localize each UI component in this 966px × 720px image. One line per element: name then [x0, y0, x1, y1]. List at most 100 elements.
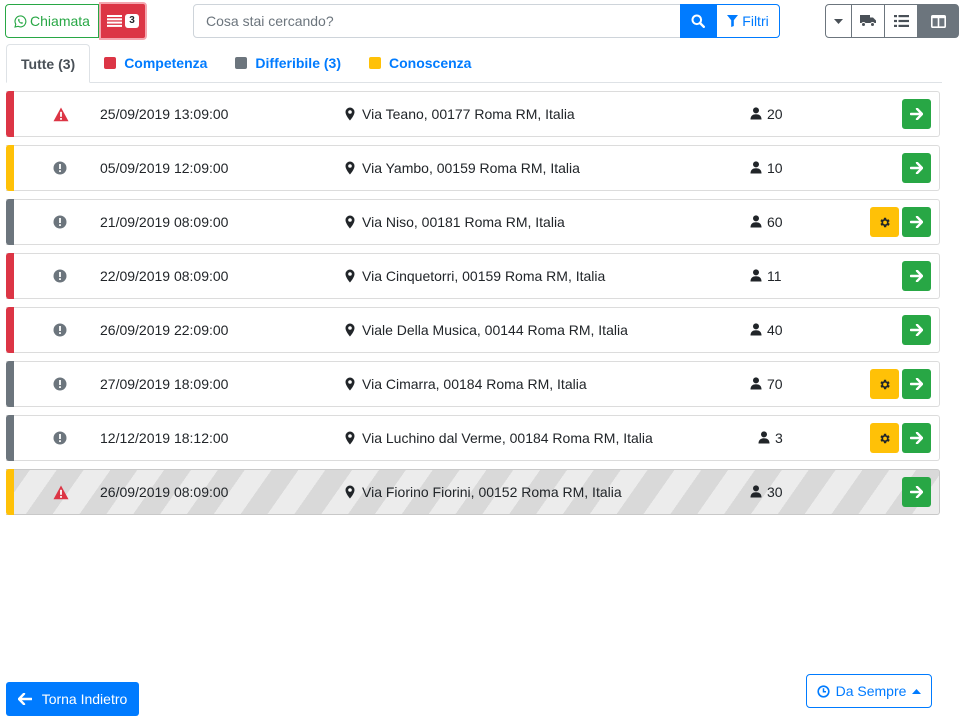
- row-date: 25/09/2019 13:09:00: [100, 106, 229, 122]
- view-dropdown-button[interactable]: [825, 4, 852, 38]
- tab-label: Tutte (3): [21, 55, 76, 72]
- row-address: Via Niso, 00181 Roma RM, Italia: [362, 214, 565, 230]
- open-detail-button[interactable]: [902, 315, 931, 345]
- arrow-left-icon: [17, 693, 32, 705]
- caret-up-icon: [912, 688, 922, 694]
- arrow-right-icon: [910, 270, 923, 282]
- open-detail-button[interactable]: [902, 207, 931, 237]
- row-date: 27/09/2019 18:09:00: [100, 376, 229, 392]
- open-detail-button[interactable]: [902, 369, 931, 399]
- exclamation-circle-icon: [53, 215, 69, 231]
- row-address: Via Cinquetorri, 00159 Roma RM, Italia: [362, 268, 606, 284]
- search-icon: [691, 14, 705, 28]
- exclamation-circle-icon: [53, 431, 69, 447]
- list-item[interactable]: 22/09/2019 08:09:00 Via Cinquetorri, 0015…: [6, 253, 940, 299]
- settings-button[interactable]: [870, 369, 899, 399]
- list-item[interactable]: 27/09/2019 18:09:00 Via Cimarra, 00184 Ro…: [6, 361, 940, 407]
- clock-icon: [816, 684, 830, 698]
- list-item[interactable]: 12/12/2019 18:12:00 Via Luchino dal Verme…: [6, 415, 940, 461]
- gear-icon: [878, 216, 891, 229]
- row-date: 05/09/2019 12:09:00: [100, 160, 229, 176]
- list-bullets-icon: [893, 15, 909, 27]
- row-people-count: 60: [767, 214, 783, 230]
- map-marker-icon: [345, 107, 355, 121]
- row-people-count: 40: [767, 322, 783, 338]
- arrow-right-icon: [910, 108, 923, 120]
- priority-stripe: [6, 469, 14, 515]
- exclamation-circle-icon: [53, 161, 69, 177]
- list-toggle-button[interactable]: 3: [99, 2, 147, 40]
- list-item[interactable]: 26/09/2019 22:09:00 Viale Della Musica, 0…: [6, 307, 940, 353]
- row-address: Viale Della Musica, 00144 Roma RM, Itali…: [362, 322, 628, 338]
- gear-icon: [878, 378, 891, 391]
- exclamation-circle-icon: [53, 269, 69, 285]
- user-icon: [750, 323, 762, 336]
- search-button[interactable]: [680, 4, 716, 38]
- row-people-count: 10: [767, 160, 783, 176]
- arrow-right-icon: [910, 324, 923, 336]
- truck-view-button[interactable]: [851, 4, 885, 38]
- row-address: Via Teano, 00177 Roma RM, Italia: [362, 106, 575, 122]
- row-people-count: 20: [767, 106, 783, 122]
- back-button[interactable]: Torna Indietro: [6, 682, 139, 716]
- columns-icon: [930, 14, 946, 28]
- map-marker-icon: [345, 431, 355, 445]
- filters-button[interactable]: Filtri: [716, 4, 780, 38]
- open-detail-button[interactable]: [902, 261, 931, 291]
- row-date: 26/09/2019 08:09:00: [100, 484, 229, 500]
- list-item[interactable]: 25/09/2019 13:09:00 Via Teano, 00177 Roma…: [6, 91, 940, 137]
- tab-competenza[interactable]: Competenza: [90, 44, 221, 82]
- settings-button[interactable]: [870, 207, 899, 237]
- tab-tutte[interactable]: Tutte (3): [6, 44, 91, 83]
- priority-stripe: [6, 199, 14, 245]
- priority-stripe: [6, 91, 14, 137]
- settings-button[interactable]: [870, 423, 899, 453]
- user-icon: [750, 485, 762, 498]
- list-item[interactable]: 05/09/2019 12:09:00 Via Yambo, 00159 Roma…: [6, 145, 940, 191]
- arrow-right-icon: [910, 486, 923, 498]
- row-date: 26/09/2019 22:09:00: [100, 322, 229, 338]
- row-date: 22/09/2019 08:09:00: [100, 268, 229, 284]
- row-people-count: 70: [767, 376, 783, 392]
- chiamata-label: Chiamata: [30, 13, 90, 29]
- arrow-right-icon: [910, 216, 923, 228]
- row-address: Via Fiorino Fiorini, 00152 Roma RM, Ital…: [362, 484, 622, 500]
- list-view-button[interactable]: [884, 4, 918, 38]
- gear-icon: [878, 432, 891, 445]
- truck-icon: [860, 15, 876, 27]
- priority-stripe: [6, 361, 14, 407]
- yellow-square-icon: [369, 57, 381, 69]
- open-detail-button[interactable]: [902, 477, 931, 507]
- map-marker-icon: [345, 215, 355, 229]
- row-address: Via Yambo, 00159 Roma RM, Italia: [362, 160, 580, 176]
- list-item[interactable]: 26/09/2019 08:09:00 Via Fiorino Fiorini, …: [6, 469, 940, 515]
- row-people-count: 3: [775, 430, 783, 446]
- row-people-count: 30: [767, 484, 783, 500]
- chiamata-button[interactable]: Chiamata: [5, 4, 99, 38]
- list-icon: [107, 15, 122, 27]
- open-detail-button[interactable]: [902, 423, 931, 453]
- period-label: Da Sempre: [835, 683, 907, 699]
- open-detail-button[interactable]: [902, 153, 931, 183]
- map-marker-icon: [345, 323, 355, 337]
- tab-differibile[interactable]: Differibile (3): [221, 44, 355, 82]
- warning-triangle-icon: [53, 107, 69, 123]
- filter-icon: [727, 15, 739, 27]
- list-item[interactable]: 21/09/2019 08:09:00 Via Niso, 00181 Roma …: [6, 199, 940, 245]
- period-dropdown-button[interactable]: Da Sempre: [806, 674, 932, 708]
- row-date: 21/09/2019 08:09:00: [100, 214, 229, 230]
- row-people-count: 11: [767, 268, 782, 284]
- map-marker-icon: [345, 161, 355, 175]
- open-detail-button[interactable]: [902, 99, 931, 129]
- warning-triangle-icon: [53, 485, 69, 501]
- columns-view-button[interactable]: [917, 4, 959, 38]
- filters-label: Filtri: [742, 13, 769, 29]
- map-marker-icon: [345, 377, 355, 391]
- user-icon: [750, 161, 762, 174]
- priority-stripe: [6, 145, 14, 191]
- search-input[interactable]: [193, 4, 681, 38]
- priority-stripe: [6, 415, 14, 461]
- priority-stripe: [6, 253, 14, 299]
- arrow-right-icon: [910, 432, 923, 444]
- tab-conoscenza[interactable]: Conoscenza: [355, 44, 485, 82]
